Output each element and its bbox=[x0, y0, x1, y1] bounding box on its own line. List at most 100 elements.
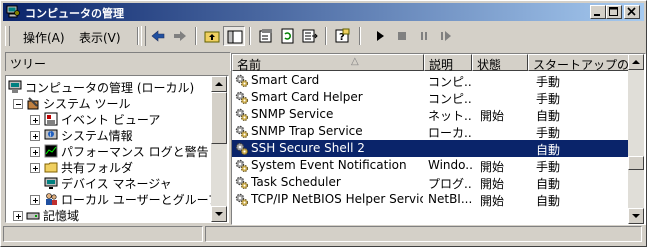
toolbar-grip[interactable] bbox=[141, 26, 146, 46]
service-description: コンピ... bbox=[428, 92, 472, 106]
service-gear-icon bbox=[235, 193, 249, 207]
expand-toggle[interactable] bbox=[30, 195, 40, 205]
expand-toggle[interactable] bbox=[30, 147, 40, 157]
refresh-button[interactable] bbox=[277, 26, 299, 46]
column-header-description[interactable]: 説明 bbox=[424, 54, 472, 72]
status-bar bbox=[3, 225, 644, 243]
restart-service-button[interactable] bbox=[435, 26, 457, 46]
pause-icon bbox=[421, 32, 427, 40]
service-name: Smart Card Helper bbox=[251, 90, 363, 104]
refresh-icon bbox=[281, 28, 294, 44]
service-name: System Event Notification bbox=[251, 158, 407, 172]
folder-up-icon bbox=[204, 31, 220, 43]
service-description: プログ... bbox=[428, 177, 472, 191]
scroll-up-arrow-icon bbox=[215, 82, 223, 86]
service-startup-type: 手動 bbox=[536, 126, 561, 140]
maximize-button[interactable] bbox=[606, 5, 622, 19]
service-startup-type: 手動 bbox=[536, 160, 561, 174]
service-description: ネット... bbox=[428, 109, 472, 123]
services-list: 名前 △ 説明 状態 スタートアップの種類 Smart Card コンピ... 手動… bbox=[231, 53, 646, 225]
service-row[interactable]: SSH Secure Shell 2 自動 bbox=[232, 140, 628, 157]
service-row[interactable]: TCP/IP NetBIOS Helper Service NetBI... 開始 自… bbox=[232, 191, 628, 208]
status-panel bbox=[3, 226, 203, 242]
export-list-button[interactable] bbox=[299, 26, 321, 46]
menu-toolbar: 操作(A) 表示(V) ? bbox=[3, 23, 644, 49]
scroll-up-arrow-icon bbox=[632, 60, 640, 64]
properties-icon bbox=[259, 29, 272, 43]
service-name: TCP/IP NetBIOS Helper Service bbox=[251, 192, 423, 206]
service-gear-icon bbox=[235, 142, 249, 156]
toolbar-separator bbox=[325, 27, 327, 45]
up-one-level-button[interactable] bbox=[201, 26, 223, 46]
service-startup-type: 自動 bbox=[536, 177, 561, 191]
service-row[interactable]: Task Scheduler プログ... 開始 自動 bbox=[232, 174, 628, 191]
list-vertical-scrollbar[interactable] bbox=[628, 54, 644, 224]
service-description: NetBI... bbox=[428, 192, 472, 206]
service-row[interactable]: Smart Card Helper コンピ... 手動 bbox=[232, 89, 628, 106]
toolbar-grip[interactable] bbox=[5, 26, 10, 46]
minimize-icon bbox=[594, 14, 600, 16]
column-header-startup-type[interactable]: スタートアップの種類 bbox=[528, 54, 632, 71]
tree-vertical-scrollbar[interactable] bbox=[211, 76, 227, 222]
scroll-up-button[interactable] bbox=[211, 76, 227, 92]
service-name: SNMP Trap Service bbox=[251, 124, 363, 138]
toolbar-separator bbox=[195, 27, 197, 45]
service-status: 開始 bbox=[480, 194, 505, 208]
collapse-toggle[interactable] bbox=[13, 99, 23, 109]
service-name: SNMP Service bbox=[251, 107, 334, 121]
close-button[interactable] bbox=[624, 5, 640, 19]
scroll-up-button[interactable] bbox=[628, 54, 644, 70]
service-name: Smart Card bbox=[251, 73, 320, 87]
expand-toggle[interactable] bbox=[30, 163, 40, 173]
console-tree-icon bbox=[227, 30, 243, 44]
expand-toggle[interactable] bbox=[30, 115, 40, 125]
properties-button[interactable] bbox=[255, 26, 277, 46]
status-panel bbox=[205, 226, 642, 242]
service-row[interactable]: SNMP Trap Service ローカ... 手動 bbox=[232, 123, 628, 140]
scroll-thumb[interactable] bbox=[628, 156, 644, 170]
scroll-down-arrow-icon bbox=[632, 214, 640, 218]
tree-pane: コンピュータの管理 (ローカル) システム ツール イベント ビューア i シス… bbox=[5, 75, 229, 223]
expand-toggle[interactable] bbox=[13, 211, 23, 221]
tab-tree[interactable]: ツリー bbox=[5, 52, 231, 71]
back-button[interactable] bbox=[147, 26, 169, 46]
users-icon bbox=[46, 193, 57, 205]
scroll-down-button[interactable] bbox=[628, 208, 644, 224]
service-gear-icon bbox=[235, 125, 249, 139]
column-header-name[interactable]: 名前 △ bbox=[232, 54, 424, 72]
event-viewer-icon bbox=[44, 112, 58, 126]
scroll-down-button[interactable] bbox=[211, 206, 227, 222]
stop-service-button[interactable] bbox=[391, 26, 413, 46]
menu-action[interactable]: 操作(A) bbox=[23, 29, 65, 46]
help-button[interactable]: ? bbox=[331, 26, 353, 46]
scroll-thumb[interactable] bbox=[211, 92, 227, 144]
computer-icon bbox=[8, 80, 22, 93]
column-header-status[interactable]: 状態 bbox=[472, 54, 528, 72]
minimize-button[interactable] bbox=[590, 5, 606, 19]
service-row[interactable]: Smart Card コンピ... 手動 bbox=[232, 72, 628, 89]
device-manager-icon bbox=[44, 177, 58, 189]
tools-icon bbox=[27, 97, 39, 110]
forward-button[interactable] bbox=[169, 26, 191, 46]
service-gear-icon bbox=[235, 74, 249, 88]
window-title: コンピュータの管理 bbox=[25, 7, 124, 20]
title-bar[interactable]: コンピュータの管理 bbox=[3, 3, 644, 21]
tab-tree-label: ツリー bbox=[10, 57, 47, 71]
service-row[interactable]: System Event Notification Windo... 開始 手動 bbox=[232, 157, 628, 174]
service-startup-type: 手動 bbox=[536, 92, 561, 106]
computer-management-icon bbox=[6, 5, 20, 18]
service-gear-icon bbox=[235, 91, 249, 105]
pause-service-button[interactable] bbox=[413, 26, 435, 46]
service-status: 開始 bbox=[480, 109, 505, 123]
show-hide-tree-button[interactable] bbox=[223, 26, 245, 46]
service-startup-type: 自動 bbox=[536, 109, 561, 123]
expand-toggle[interactable] bbox=[30, 131, 40, 141]
service-description: コンピ... bbox=[428, 75, 472, 89]
menu-view[interactable]: 表示(V) bbox=[79, 29, 121, 46]
service-gear-icon bbox=[235, 176, 249, 190]
start-service-button[interactable] bbox=[369, 26, 391, 46]
stop-icon bbox=[398, 32, 406, 40]
toolbar-separator bbox=[359, 27, 361, 45]
service-row[interactable]: SNMP Service ネット... 開始 自動 bbox=[232, 106, 628, 123]
help-icon: ? bbox=[335, 28, 350, 43]
